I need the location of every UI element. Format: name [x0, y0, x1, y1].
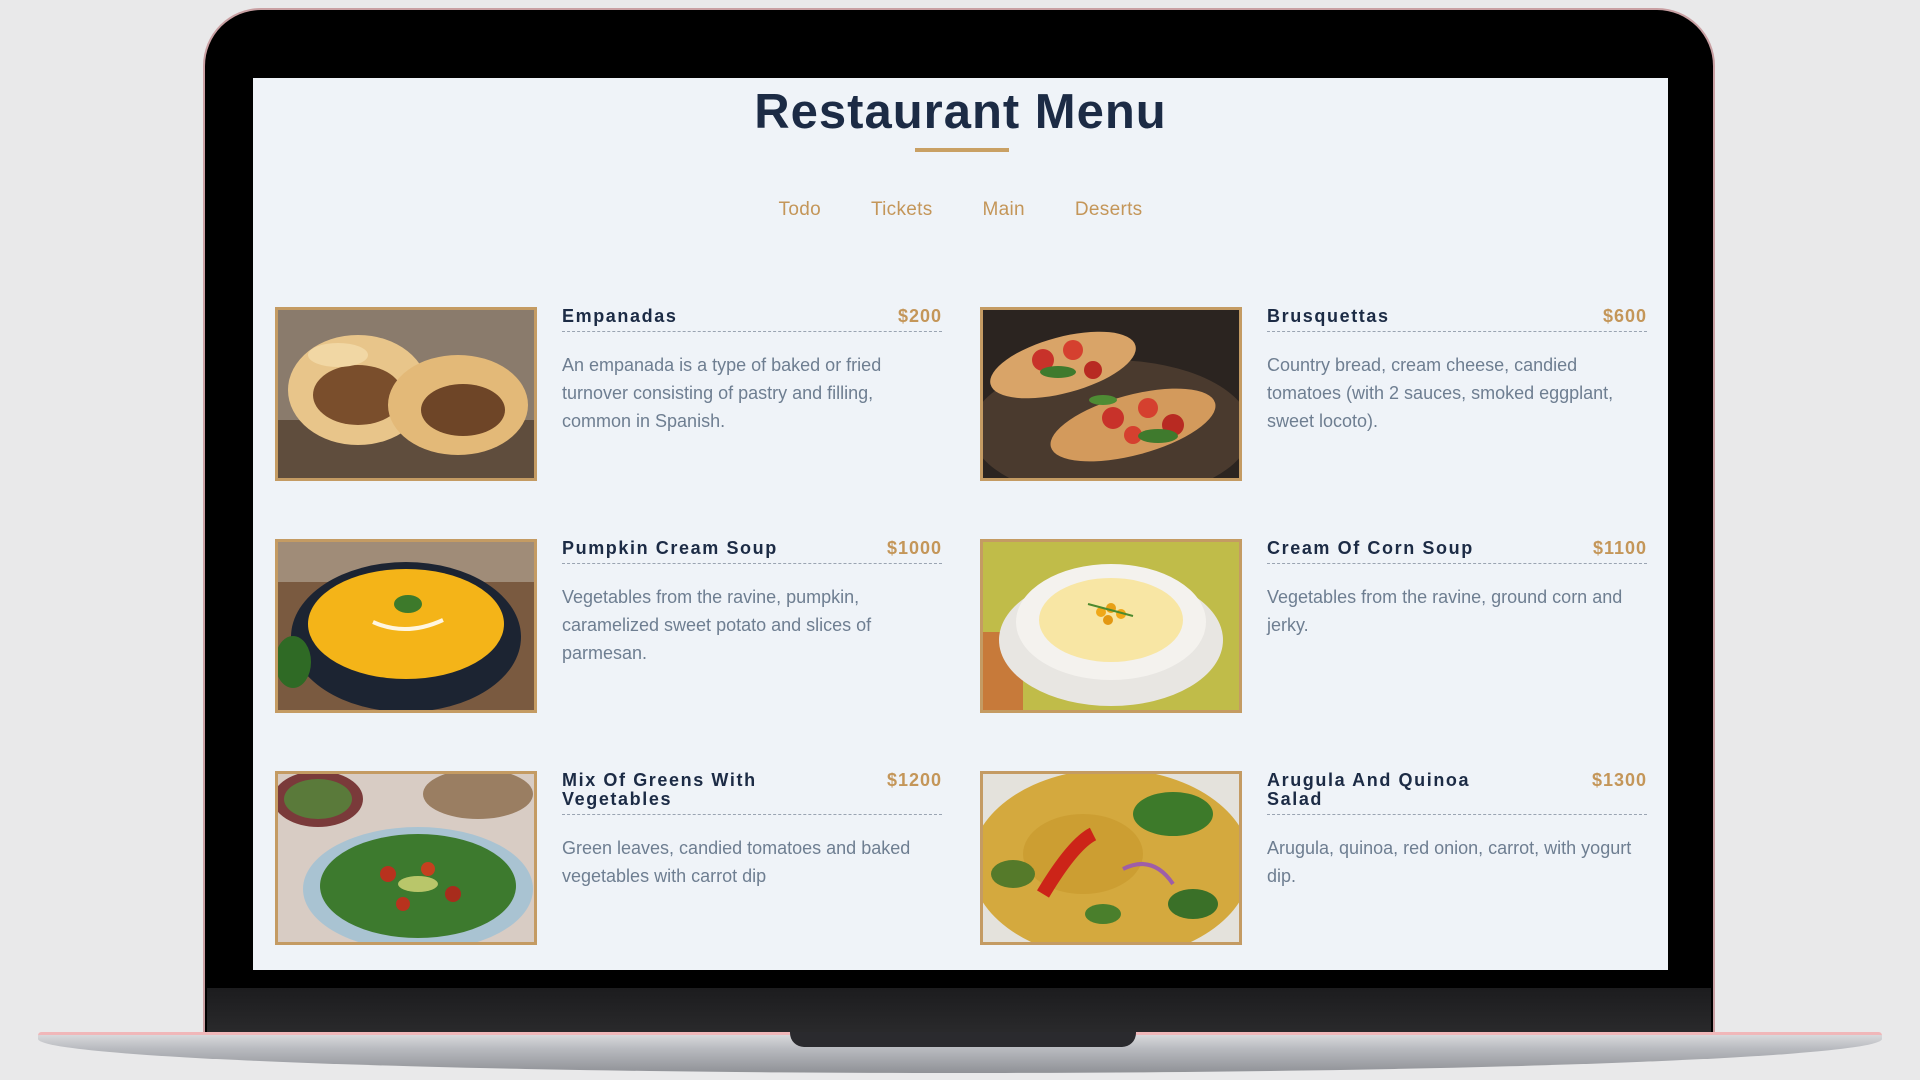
menu-item: Cream Of Corn Soup $1100 Vegetables from…: [980, 539, 1668, 717]
tab-deserts[interactable]: Deserts: [1075, 199, 1143, 221]
item-price: $1100: [1592, 538, 1647, 558]
item-description: Green leaves, candied tomatoes and baked…: [562, 838, 911, 886]
item-header: Empanadas $200: [562, 307, 942, 332]
item-header: Brusquettas $600: [1267, 307, 1647, 332]
menu-item: Brusquettas $600 Country bread, cream ch…: [980, 307, 1668, 485]
item-name: Brusquettas: [1267, 306, 1390, 326]
menu-item: Pumpkin Cream Soup $1000 Vegetables from…: [275, 539, 965, 717]
item-price: $600: [1602, 306, 1647, 326]
menu-item: Arugula And Quinoa Salad $1300 Arugula, …: [980, 771, 1668, 949]
item-header: Mix Of Greens With Vegetables $1200: [562, 771, 942, 815]
item-header: Cream Of Corn Soup $1100: [1267, 539, 1647, 564]
item-description: Country bread, cream cheese, candied tom…: [1267, 355, 1614, 431]
menu-item: Mix Of Greens With Vegetables $1200 Gree…: [275, 771, 965, 949]
item-name: Empanadas: [562, 306, 678, 326]
item-header: Pumpkin Cream Soup $1000: [562, 539, 942, 564]
tab-tickets[interactable]: Tickets: [871, 199, 933, 221]
menu-page: Restaurant Menu Todo Tickets Main Desert…: [253, 78, 1668, 970]
item-description: An empanada is a type of baked or fried …: [562, 355, 882, 431]
tab-main[interactable]: Main: [983, 199, 1025, 221]
bruschetta-photo: [980, 307, 1242, 481]
item-description: Vegetables from the ravine, pumpkin, car…: [562, 587, 872, 663]
menu-item: Empanadas $200 An empanada is a type of …: [275, 307, 965, 485]
item-description: Vegetables from the ravine, ground corn …: [1267, 587, 1623, 635]
page-title: Restaurant Menu: [754, 85, 1167, 139]
item-header: Arugula And Quinoa Salad $1300: [1267, 771, 1647, 815]
item-description: Arugula, quinoa, red onion, carrot, with…: [1267, 838, 1632, 886]
item-name: Mix Of Greens With Vegetables: [562, 770, 757, 809]
title-underline: [915, 148, 1009, 152]
item-price: $1300: [1591, 770, 1647, 790]
item-price: $200: [897, 306, 942, 326]
laptop-chin: [207, 988, 1711, 1034]
empanadas-photo: [275, 307, 537, 481]
item-name: Cream Of Corn Soup: [1267, 538, 1474, 558]
item-price: $1000: [886, 538, 942, 558]
item-name: Arugula And Quinoa Salad: [1267, 770, 1471, 809]
item-price: $1200: [886, 770, 942, 790]
tab-todo[interactable]: Todo: [779, 199, 821, 221]
laptop-notch: [790, 1032, 1136, 1047]
corn-soup-photo: [980, 539, 1242, 713]
greens-salad-photo: [275, 771, 537, 945]
item-name: Pumpkin Cream Soup: [562, 538, 778, 558]
quinoa-salad-photo: [980, 771, 1242, 945]
pumpkin-soup-photo: [275, 539, 537, 713]
category-tabs: Todo Tickets Main Deserts: [253, 199, 1668, 221]
